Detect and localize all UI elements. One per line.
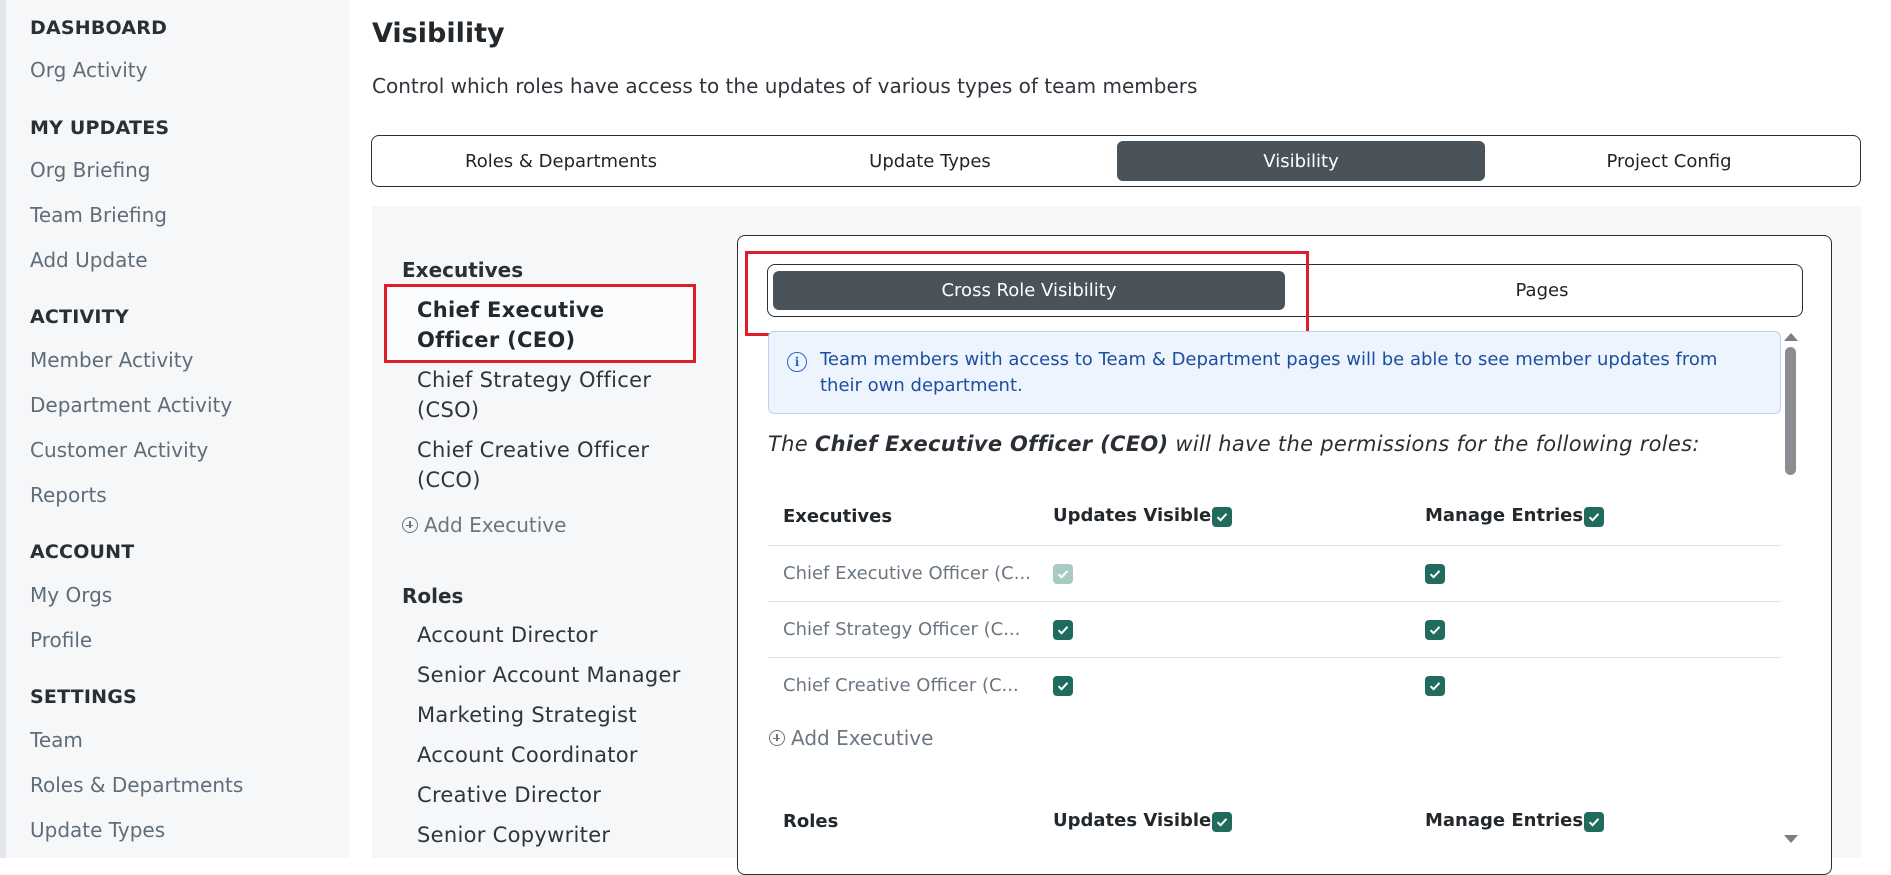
role-item-cco[interactable]: Chief Creative Officer (CCO) bbox=[417, 435, 687, 495]
row-updates-visible-checkbox[interactable] bbox=[1053, 620, 1073, 640]
sidebar-heading-my-updates: MY UPDATES bbox=[30, 117, 170, 139]
sidebar-heading-account: ACCOUNT bbox=[30, 541, 135, 563]
table-divider bbox=[768, 545, 1781, 546]
page-title: Visibility bbox=[372, 18, 505, 49]
row-manage-entries-checkbox[interactable] bbox=[1425, 676, 1445, 696]
info-text: Team members with access to Team & Depar… bbox=[820, 349, 1718, 396]
sidebar-heading-dashboard: DASHBOARD bbox=[30, 17, 168, 39]
tab-visibility[interactable]: Visibility bbox=[1117, 141, 1485, 181]
subtab-pages[interactable]: Pages bbox=[1286, 271, 1798, 310]
role-item-senior-copywriter[interactable]: Senior Copywriter bbox=[417, 820, 610, 850]
permission-prefix: The bbox=[768, 432, 815, 456]
scrollbar-thumb[interactable] bbox=[1785, 347, 1796, 475]
sidebar-item-member-activity[interactable]: Member Activity bbox=[30, 348, 193, 372]
sidebar-item-my-orgs[interactable]: My Orgs bbox=[30, 583, 112, 607]
permission-sentence: The Chief Executive Officer (CEO) will h… bbox=[768, 432, 1700, 456]
roles-heading: Roles bbox=[402, 584, 464, 608]
tab-project-config[interactable]: Project Config bbox=[1485, 141, 1853, 181]
role-item-creative-director[interactable]: Creative Director bbox=[417, 780, 601, 810]
scroll-up-arrow[interactable] bbox=[1784, 333, 1798, 341]
table-row-name: Chief Creative Officer (C... bbox=[783, 675, 1019, 696]
role-item-cso[interactable]: Chief Strategy Officer (CSO) bbox=[417, 365, 687, 425]
permission-suffix: will have the permissions for the follow… bbox=[1168, 432, 1700, 456]
tab-update-types[interactable]: Update Types bbox=[746, 141, 1114, 181]
table-row-name: Chief Executive Officer (C... bbox=[783, 563, 1031, 584]
info-banner: i Team members with access to Team & Dep… bbox=[768, 331, 1781, 414]
table-header-roles: Roles bbox=[783, 811, 839, 832]
row-updates-visible-checkbox[interactable] bbox=[1053, 676, 1073, 696]
executives-heading: Executives bbox=[402, 258, 524, 282]
table-divider bbox=[768, 657, 1781, 658]
role-item-senior-account-manager[interactable]: Senior Account Manager bbox=[417, 660, 681, 690]
role-item-account-director[interactable]: Account Director bbox=[417, 620, 598, 650]
sidebar-item-reports[interactable]: Reports bbox=[30, 483, 107, 507]
table-header-executives: Executives bbox=[783, 506, 893, 527]
table-divider bbox=[768, 601, 1781, 602]
add-executive-link[interactable]: Add Executive bbox=[402, 513, 566, 537]
sidebar-item-roles-departments[interactable]: Roles & Departments bbox=[30, 773, 243, 797]
row-updates-visible-checkbox bbox=[1053, 564, 1073, 584]
sidebar-item-org-activity[interactable]: Org Activity bbox=[30, 58, 147, 82]
permission-role: Chief Executive Officer (CEO) bbox=[814, 432, 1169, 456]
roles-updates-visible-all-checkbox[interactable] bbox=[1212, 812, 1232, 832]
sidebar-item-customer-activity[interactable]: Customer Activity bbox=[30, 438, 208, 462]
row-manage-entries-checkbox[interactable] bbox=[1425, 620, 1445, 640]
tab-roles-departments[interactable]: Roles & Departments bbox=[377, 141, 745, 181]
table-add-executive-link[interactable]: Add Executive bbox=[769, 726, 933, 750]
plus-circle-icon bbox=[402, 517, 418, 533]
role-item-marketing-strategist[interactable]: Marketing Strategist bbox=[417, 700, 637, 730]
sidebar-item-org-briefing[interactable]: Org Briefing bbox=[30, 158, 150, 182]
page-subtitle: Control which roles have access to the u… bbox=[372, 74, 1198, 98]
plus-circle-icon bbox=[769, 730, 785, 746]
updates-visible-all-checkbox[interactable] bbox=[1212, 507, 1232, 527]
sidebar-item-profile[interactable]: Profile bbox=[30, 628, 92, 652]
table-header-updates-visible: Updates Visible bbox=[1053, 505, 1212, 526]
table-add-executive-label: Add Executive bbox=[791, 726, 934, 750]
table-header-updates-visible: Updates Visible bbox=[1053, 810, 1212, 831]
subtab-highlight bbox=[745, 251, 1309, 336]
sidebar-item-team-briefing[interactable]: Team Briefing bbox=[30, 203, 167, 227]
role-item-account-coordinator[interactable]: Account Coordinator bbox=[417, 740, 638, 770]
manage-entries-all-checkbox[interactable] bbox=[1584, 507, 1604, 527]
sidebar-item-update-types[interactable]: Update Types bbox=[30, 818, 165, 842]
scroll-down-arrow[interactable] bbox=[1784, 835, 1798, 843]
info-icon: i bbox=[787, 352, 807, 372]
role-item-ceo[interactable]: Chief Executive Officer (CEO) bbox=[417, 295, 687, 355]
row-manage-entries-checkbox[interactable] bbox=[1425, 564, 1445, 584]
add-executive-label: Add Executive bbox=[424, 513, 567, 537]
sidebar-item-team[interactable]: Team bbox=[30, 728, 83, 752]
table-row-name: Chief Strategy Officer (C... bbox=[783, 619, 1021, 640]
sidebar-item-department-activity[interactable]: Department Activity bbox=[30, 393, 232, 417]
sidebar-item-add-update[interactable]: Add Update bbox=[30, 248, 148, 272]
sidebar-heading-settings: SETTINGS bbox=[30, 686, 137, 708]
sidebar: DASHBOARD Org Activity MY UPDATES Org Br… bbox=[0, 0, 350, 858]
table-header-manage-entries: Manage Entries bbox=[1425, 810, 1584, 831]
roles-manage-entries-all-checkbox[interactable] bbox=[1584, 812, 1604, 832]
sidebar-heading-activity: ACTIVITY bbox=[30, 306, 129, 328]
table-header-manage-entries: Manage Entries bbox=[1425, 505, 1584, 526]
settings-tab-bar: Roles & Departments Update Types Visibil… bbox=[371, 135, 1861, 187]
